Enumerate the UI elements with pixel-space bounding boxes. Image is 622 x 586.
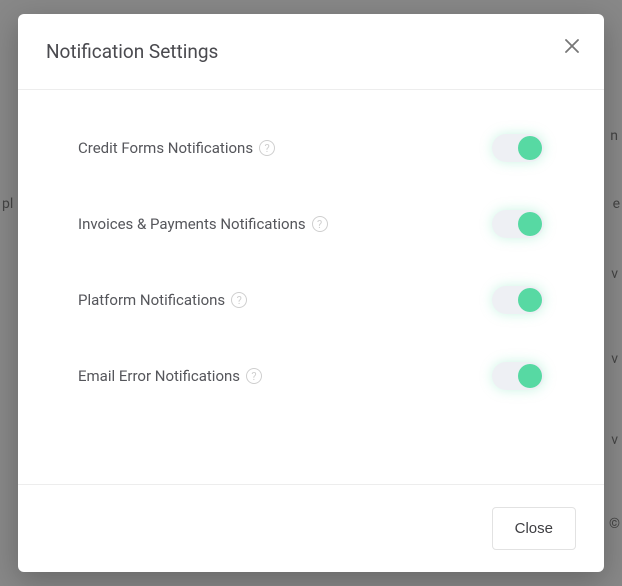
- modal-header: Notification Settings: [18, 14, 604, 90]
- close-icon[interactable]: [560, 34, 584, 58]
- toggle-credit-forms[interactable]: [492, 134, 544, 162]
- modal-body: Credit Forms Notifications ? Invoices & …: [18, 90, 604, 484]
- bg-fragment: ©: [609, 516, 620, 532]
- setting-label: Email Error Notifications: [78, 367, 240, 385]
- help-icon[interactable]: ?: [259, 140, 275, 156]
- bg-fragment: v: [611, 351, 618, 367]
- setting-label: Invoices & Payments Notifications: [78, 215, 306, 233]
- setting-label: Credit Forms Notifications: [78, 139, 253, 157]
- help-icon[interactable]: ?: [231, 292, 247, 308]
- help-icon[interactable]: ?: [312, 216, 328, 232]
- notification-settings-modal: Notification Settings Credit Forms Notif…: [18, 14, 604, 572]
- setting-label-wrap: Platform Notifications ?: [78, 291, 247, 309]
- toggle-knob: [518, 364, 542, 388]
- bg-fragment: v: [611, 266, 618, 282]
- toggle-invoices-payments[interactable]: [492, 210, 544, 238]
- toggle-email-error[interactable]: [492, 362, 544, 390]
- modal-title: Notification Settings: [46, 40, 576, 63]
- modal-footer: Close: [18, 484, 604, 572]
- setting-label-wrap: Email Error Notifications ?: [78, 367, 262, 385]
- setting-label: Platform Notifications: [78, 291, 225, 309]
- bg-fragment: n: [610, 128, 618, 144]
- help-icon[interactable]: ?: [246, 368, 262, 384]
- setting-row-credit-forms: Credit Forms Notifications ?: [78, 110, 544, 186]
- setting-row-platform: Platform Notifications ?: [78, 262, 544, 338]
- toggle-knob: [518, 212, 542, 236]
- toggle-knob: [518, 136, 542, 160]
- setting-row-email-error: Email Error Notifications ?: [78, 338, 544, 414]
- bg-fragment: e: [613, 196, 620, 212]
- setting-row-invoices-payments: Invoices & Payments Notifications ?: [78, 186, 544, 262]
- setting-label-wrap: Invoices & Payments Notifications ?: [78, 215, 328, 233]
- setting-label-wrap: Credit Forms Notifications ?: [78, 139, 275, 157]
- bg-fragment: pl: [2, 196, 13, 212]
- bg-fragment: v: [611, 432, 618, 448]
- toggle-knob: [518, 288, 542, 312]
- toggle-platform[interactable]: [492, 286, 544, 314]
- close-button[interactable]: Close: [492, 507, 576, 550]
